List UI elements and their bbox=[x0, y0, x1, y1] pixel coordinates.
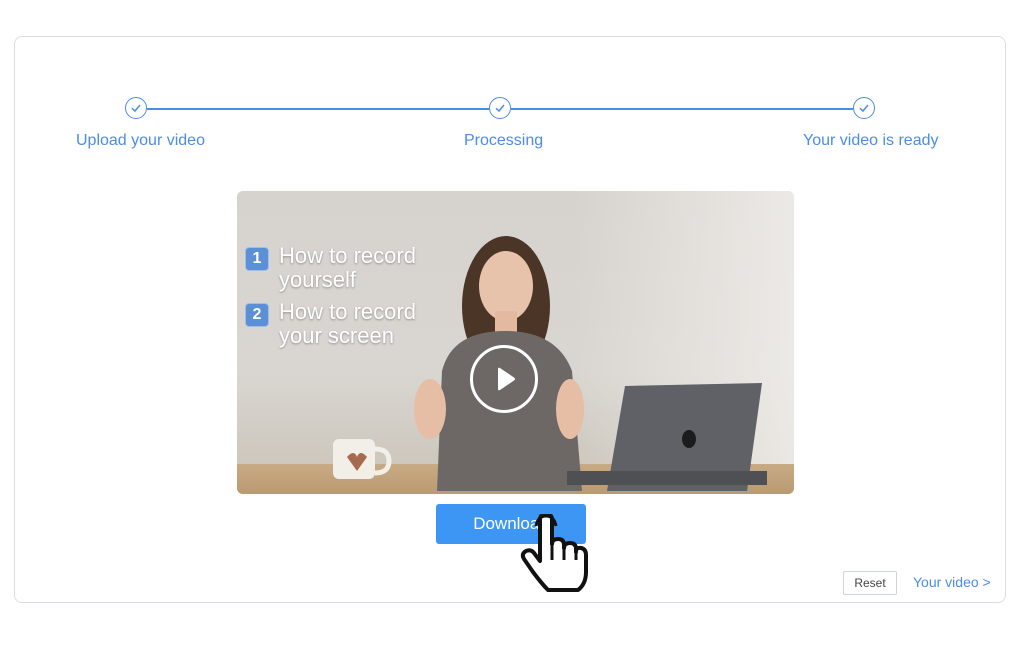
step-ready-check-icon bbox=[853, 97, 875, 119]
reset-button[interactable]: Reset bbox=[843, 571, 897, 595]
video-player[interactable]: 1 How to record yourself 2 How to record… bbox=[237, 191, 794, 494]
overlay-text: How to record yourself bbox=[279, 243, 416, 292]
number-badge: 2 bbox=[245, 303, 269, 327]
step-label-upload: Upload your video bbox=[76, 132, 205, 149]
step-upload-check-icon bbox=[125, 97, 147, 119]
stepper-line-1 bbox=[147, 108, 489, 110]
stepper-line-2 bbox=[511, 108, 853, 110]
video-overlay-item-1: 1 How to record yourself bbox=[245, 244, 429, 292]
step-label-processing: Processing bbox=[464, 132, 544, 149]
hand-pointer-icon bbox=[520, 514, 588, 592]
video-overlay-item-2: 2 How to record your screen bbox=[245, 300, 429, 348]
step-processing-check-icon bbox=[489, 97, 511, 119]
number-badge: 1 bbox=[245, 247, 269, 271]
step-label-ready: Your video is ready bbox=[803, 132, 939, 149]
overlay-text: How to record your screen bbox=[279, 299, 416, 348]
play-icon[interactable] bbox=[470, 345, 538, 413]
your-video-link[interactable]: Your video > bbox=[913, 574, 991, 590]
